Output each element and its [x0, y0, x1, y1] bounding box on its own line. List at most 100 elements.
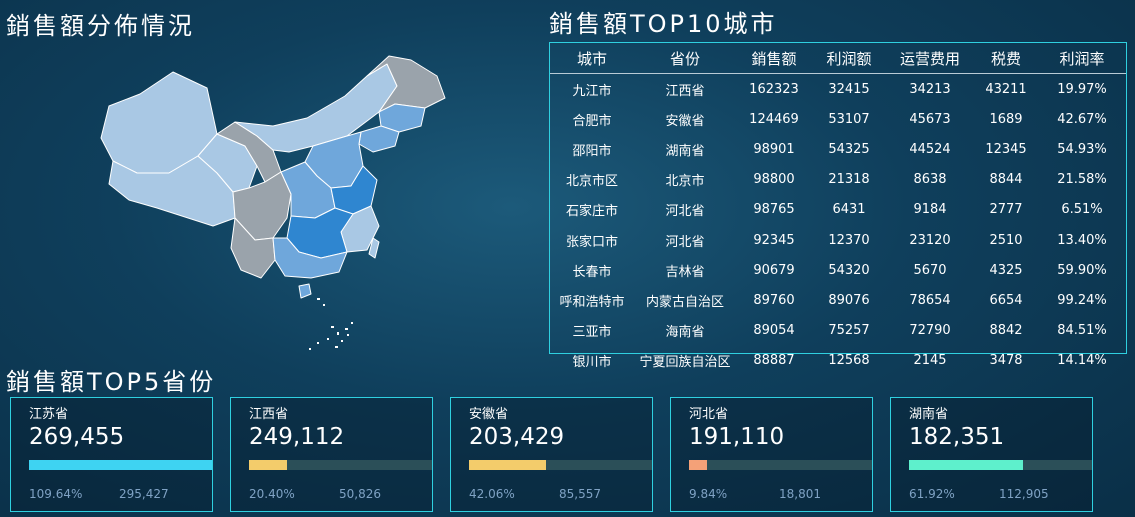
- table-row[interactable]: 合肥市 安徽省 124469 53107 45673 1689 42.67%: [550, 104, 1126, 134]
- table-cell: 九江市: [572, 83, 612, 99]
- card-progress-fill: [469, 460, 547, 470]
- table-cell: 54325: [828, 141, 870, 157]
- table-cell: 72790: [909, 323, 951, 339]
- table-cell: 124469: [749, 111, 799, 127]
- table-cell: 1689: [989, 111, 1023, 127]
- table-cell: 6431: [832, 202, 866, 218]
- top10-table: 城市 省份 銷售额 利润额 运营费用 税费 利润率 九江市 江西省 162323 32415 342…: [550, 43, 1126, 376]
- table-cell: 8842: [989, 323, 1023, 339]
- card-target: 50,826: [339, 487, 381, 501]
- table-cell: 89760: [753, 292, 795, 308]
- column-header: 税费: [974, 43, 1038, 74]
- card-amount: 203,429: [469, 424, 565, 450]
- table-cell: 98901: [753, 141, 795, 157]
- table-cell: 98800: [753, 172, 795, 188]
- table-cell: 75257: [828, 323, 870, 339]
- map-title: 銷售額分佈情況: [6, 12, 195, 40]
- map-region-liaoning[interactable]: [358, 125, 400, 153]
- table-cell: 河北省: [665, 204, 705, 220]
- table-cell: 河北省: [665, 234, 705, 250]
- table-cell: 合肥市: [572, 113, 612, 129]
- table-cell: 59.90%: [1057, 262, 1107, 278]
- card-progress-fill: [29, 460, 212, 470]
- province-card[interactable]: 河北省 191,110 9.84% 18,801: [670, 397, 873, 512]
- card-progress-track: [249, 460, 432, 470]
- card-target: 85,557: [559, 487, 601, 501]
- table-row[interactable]: 呼和浩特市 内蒙古自治区 89760 89076 78654 6654 99.24%: [550, 285, 1126, 315]
- table-cell: 54320: [828, 262, 870, 278]
- table-cell: 42.67%: [1057, 111, 1107, 127]
- table-cell: 12568: [828, 353, 870, 369]
- table-cell: 6654: [989, 292, 1023, 308]
- card-progress-fill: [909, 460, 1023, 470]
- table-cell: 99.24%: [1057, 292, 1107, 308]
- table-cell: 78654: [909, 292, 951, 308]
- table-cell: 邵阳市: [572, 143, 612, 159]
- table-cell: 19.97%: [1057, 81, 1107, 97]
- table-cell: 2510: [989, 232, 1023, 248]
- table-cell: 呼和浩特市: [559, 294, 625, 310]
- table-cell: 9184: [913, 202, 947, 218]
- table-cell: 长春市: [572, 264, 612, 280]
- table-cell: 2145: [913, 353, 947, 369]
- card-progress-track: [689, 460, 872, 470]
- table-cell: 北京市: [665, 174, 705, 190]
- table-row[interactable]: 邵阳市 湖南省 98901 54325 44524 12345 54.93%: [550, 134, 1126, 164]
- table-cell: 14.14%: [1057, 353, 1107, 369]
- card-progress-track: [469, 460, 652, 470]
- card-percent: 61.92%: [909, 487, 955, 501]
- table-row[interactable]: 北京市区 北京市 98800 21318 8638 8844 21.58%: [550, 165, 1126, 195]
- card-province: 安徽省: [469, 407, 509, 422]
- table-cell: 8844: [989, 172, 1023, 188]
- column-header: 省份: [634, 43, 736, 74]
- province-card[interactable]: 安徽省 203,429 42.06% 85,557: [450, 397, 653, 512]
- card-progress-fill: [249, 460, 287, 470]
- table-row[interactable]: 三亚市 海南省 89054 75257 72790 8842 84.51%: [550, 316, 1126, 346]
- table-cell: 12345: [985, 141, 1027, 157]
- table-row[interactable]: 长春市 吉林省 90679 54320 5670 4325 59.90%: [550, 255, 1126, 285]
- table-cell: 2777: [989, 202, 1023, 218]
- card-percent: 20.40%: [249, 487, 295, 501]
- province-card[interactable]: 江苏省 269,455 109.64% 295,427: [10, 397, 213, 512]
- card-progress-track: [909, 460, 1092, 470]
- province-card[interactable]: 湖南省 182,351 61.92% 112,905: [890, 397, 1093, 512]
- table-cell: 8638: [913, 172, 947, 188]
- table-cell: 43211: [985, 81, 1027, 97]
- card-amount: 182,351: [909, 424, 1005, 450]
- table-cell: 12370: [828, 232, 870, 248]
- table-cell: 32415: [828, 81, 870, 97]
- card-amount: 249,112: [249, 424, 345, 450]
- table-cell: 内蒙古自治区: [645, 294, 724, 310]
- table-cell: 89076: [828, 292, 870, 308]
- card-target: 18,801: [779, 487, 821, 501]
- table-cell: 海南省: [665, 325, 705, 341]
- card-target: 112,905: [999, 487, 1049, 501]
- table-cell: 90679: [753, 262, 795, 278]
- card-target: 295,427: [119, 487, 169, 501]
- table-row[interactable]: 石家庄市 河北省 98765 6431 9184 2777 6.51%: [550, 195, 1126, 225]
- table-cell: 江西省: [665, 83, 705, 99]
- table-cell: 21.58%: [1057, 172, 1107, 188]
- table-cell: 北京市区: [565, 174, 618, 190]
- card-progress-fill: [689, 460, 708, 470]
- table-row[interactable]: 银川市 宁夏回族自治区 88887 12568 2145 3478 14.14%: [550, 346, 1126, 376]
- column-header: 运营费用: [886, 43, 974, 74]
- table-cell: 88887: [753, 353, 795, 369]
- table-header-row: 城市 省份 銷售额 利润额 运营费用 税费 利润率: [550, 43, 1126, 74]
- column-header: 銷售额: [736, 43, 812, 74]
- map-region-hainan[interactable]: [298, 283, 312, 299]
- table-cell: 21318: [828, 172, 870, 188]
- card-percent: 9.84%: [689, 487, 728, 501]
- card-province: 江苏省: [29, 407, 69, 422]
- card-province: 河北省: [689, 407, 729, 422]
- province-card[interactable]: 江西省 249,112 20.40% 50,826: [230, 397, 433, 512]
- table-cell: 宁夏回族自治区: [639, 355, 731, 371]
- table-row[interactable]: 九江市 江西省 162323 32415 34213 43211 19.97%: [550, 74, 1126, 105]
- table-row[interactable]: 张家口市 河北省 92345 12370 23120 2510 13.40%: [550, 225, 1126, 255]
- table-cell: 三亚市: [572, 325, 612, 341]
- china-map-svg: [100, 55, 446, 350]
- card-province: 湖南省: [909, 407, 949, 422]
- top10-title: 銷售額TOP10城市: [549, 10, 778, 38]
- top5-title: 銷售額TOP5省份: [6, 368, 217, 396]
- table-cell: 89054: [753, 323, 795, 339]
